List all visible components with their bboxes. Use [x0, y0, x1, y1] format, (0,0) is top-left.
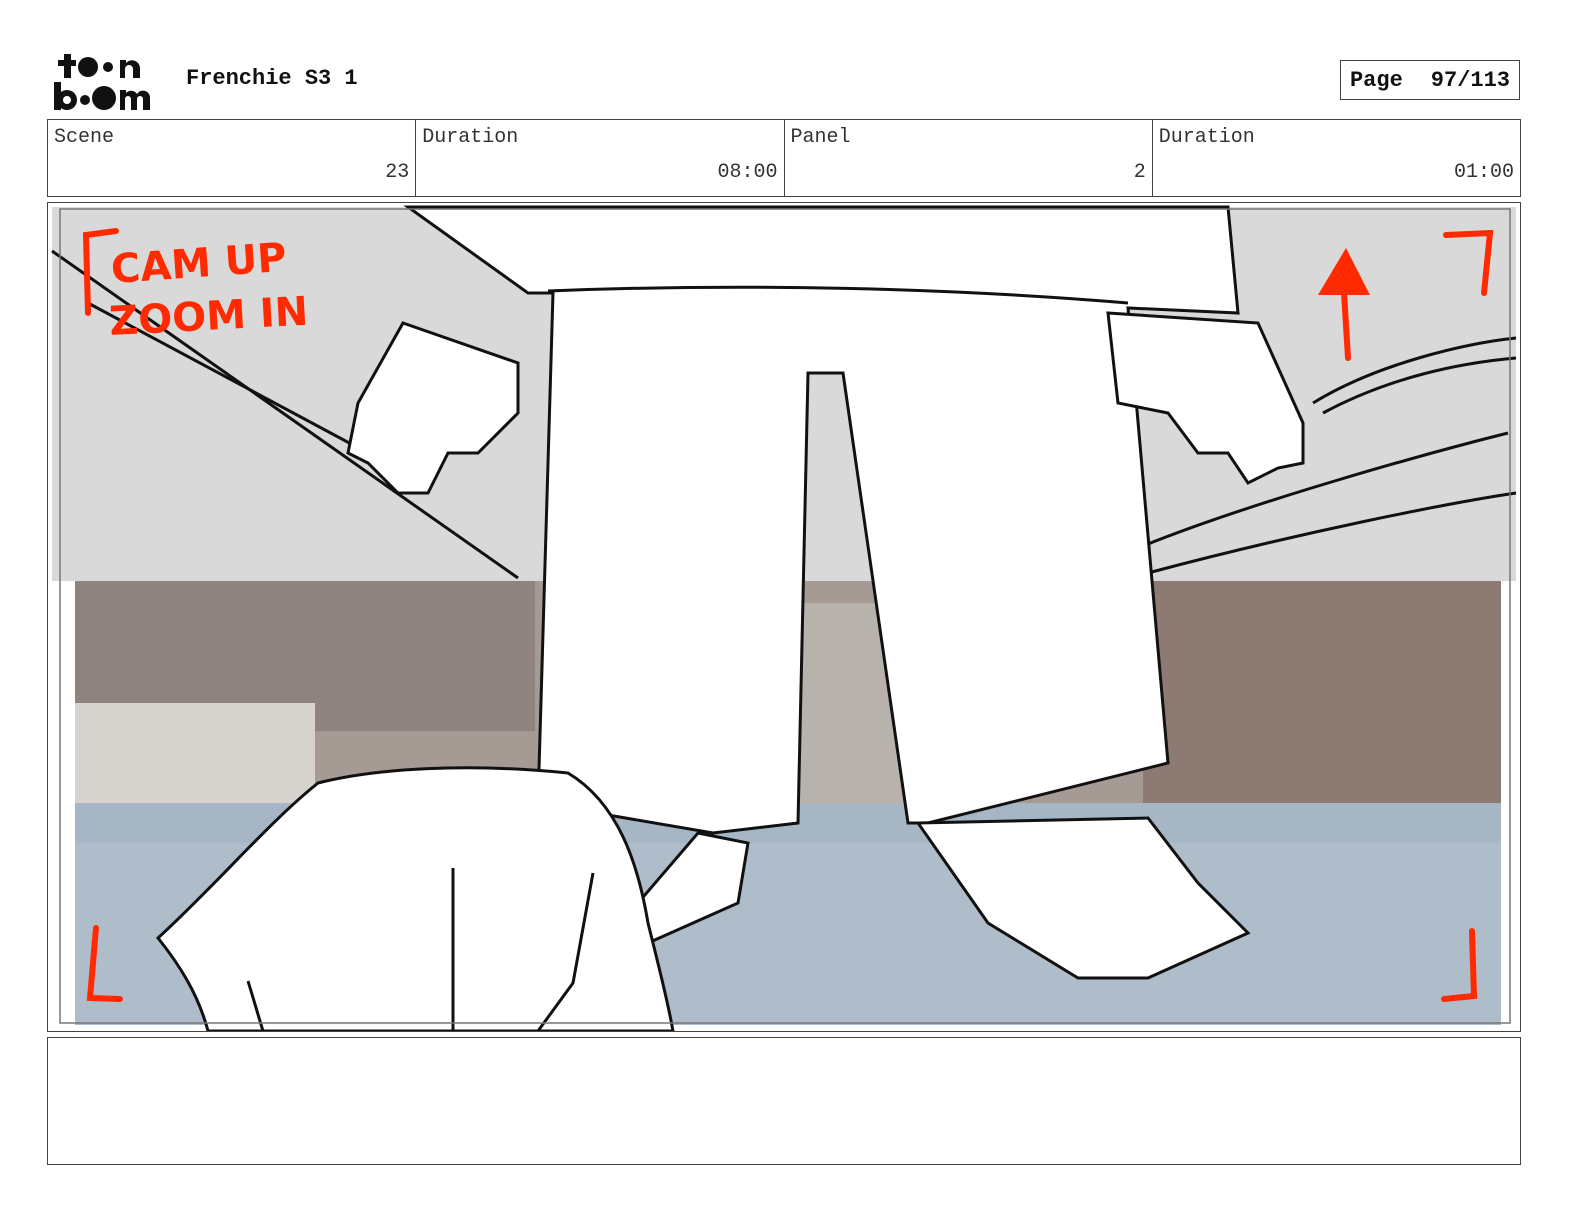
- scene-duration-value: 08:00: [717, 161, 778, 184]
- panel-drawing: CAM UP ZOOM IN: [51, 205, 1517, 1031]
- panel-duration-cell: Duration 01:00: [1153, 120, 1520, 196]
- panel-duration-label: Duration: [1158, 126, 1255, 149]
- panel-info-row: Scene 23 Duration 08:00 Panel 2 Duration…: [47, 119, 1521, 197]
- scene-value: 23: [385, 161, 410, 184]
- panel-duration-value: 01:00: [1453, 161, 1514, 184]
- panel-label: Panel: [790, 126, 851, 149]
- page-indicator: Page 97/113: [1340, 60, 1520, 100]
- scene-duration-cell: Duration 08:00: [416, 120, 785, 196]
- panel-cell: Panel 2: [785, 120, 1153, 196]
- page-number: 97/113: [1430, 67, 1511, 93]
- scene-duration-label: Duration: [422, 126, 519, 149]
- logo-mark: [54, 54, 151, 110]
- project-title: Frenchie S3 1: [186, 66, 358, 91]
- scene-cell: Scene 23: [48, 120, 417, 196]
- panel-notes: [47, 1037, 1521, 1165]
- toon-boom-logo: [52, 50, 164, 112]
- scene-label: Scene: [54, 126, 115, 149]
- page-label: Page: [1349, 67, 1403, 93]
- storyboard-panel: CAM UP ZOOM IN: [47, 202, 1521, 1032]
- panel-value: 2: [1133, 161, 1146, 184]
